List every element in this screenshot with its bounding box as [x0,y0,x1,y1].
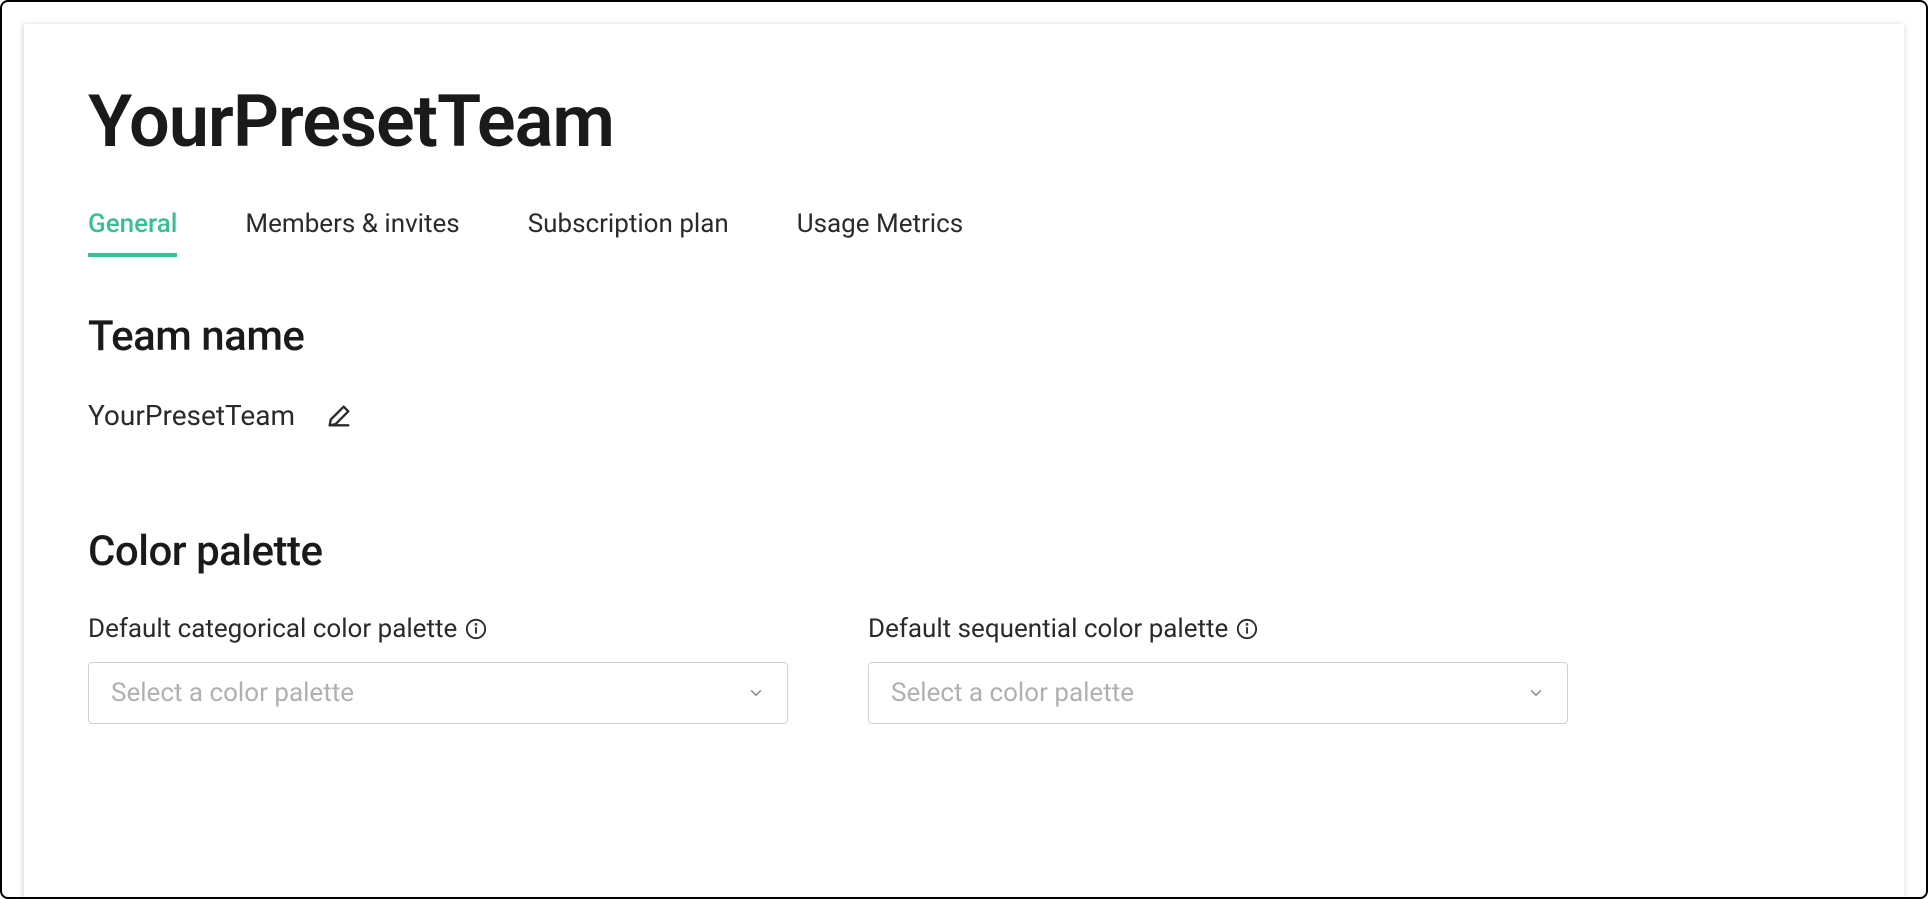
tab-general[interactable]: General [88,209,177,257]
tab-label: Members & invites [245,209,459,239]
chevron-down-icon [1527,684,1545,702]
sequential-palette-select[interactable]: Select a color palette [868,662,1568,724]
team-name-heading: Team name [88,312,1840,361]
chevron-down-icon [747,684,765,702]
team-name-row: YourPresetTeam [88,399,1840,432]
tab-label: General [88,209,177,239]
sequential-label-row: Default sequential color palette [868,614,1568,644]
select-placeholder: Select a color palette [891,678,1134,708]
tabs-bar: General Members & invites Subscription p… [88,209,1840,257]
settings-card: YourPresetTeam General Members & invites… [24,24,1904,897]
sequential-palette-field: Default sequential color palette Select … [868,614,1568,724]
categorical-palette-select[interactable]: Select a color palette [88,662,788,724]
color-palette-heading: Color palette [88,527,1840,576]
categorical-palette-field: Default categorical color palette Select… [88,614,788,724]
tab-usage-metrics[interactable]: Usage Metrics [797,209,963,257]
palette-fields-row: Default categorical color palette Select… [88,614,1840,724]
team-name-value: YourPresetTeam [88,399,295,432]
info-icon[interactable] [465,618,487,640]
sequential-label: Default sequential color palette [868,614,1228,644]
tab-label: Usage Metrics [797,209,963,239]
tab-label: Subscription plan [528,209,729,239]
categorical-label: Default categorical color palette [88,614,457,644]
outer-frame: YourPresetTeam General Members & invites… [0,0,1928,899]
tab-subscription-plan[interactable]: Subscription plan [528,209,729,257]
select-placeholder: Select a color palette [111,678,354,708]
info-icon[interactable] [1236,618,1258,640]
page-title: YourPresetTeam [88,79,1840,164]
edit-icon[interactable] [325,402,353,430]
tab-members-invites[interactable]: Members & invites [245,209,459,257]
categorical-label-row: Default categorical color palette [88,614,788,644]
